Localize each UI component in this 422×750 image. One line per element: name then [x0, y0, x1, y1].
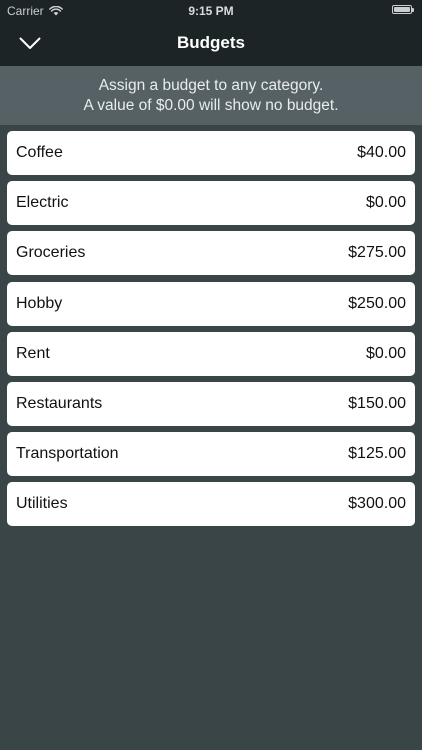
budget-category-name: Rent: [16, 344, 50, 362]
status-bar: Carrier 9:15 PM: [0, 0, 422, 20]
budget-category-name: Restaurants: [16, 394, 103, 412]
navigation-bar: Budgets: [0, 20, 422, 66]
budget-amount: $125.00: [348, 445, 406, 463]
budget-amount: $300.00: [348, 495, 406, 513]
budget-row[interactable]: Restaurants $150.00: [7, 381, 415, 426]
budget-row[interactable]: Rent $0.00: [7, 331, 415, 376]
budget-row[interactable]: Hobby $250.00: [7, 281, 415, 326]
budget-category-name: Hobby: [16, 294, 63, 312]
budget-category-name: Electric: [16, 194, 69, 212]
budget-amount: $250.00: [348, 294, 406, 312]
budget-category-name: Groceries: [16, 244, 86, 262]
budget-amount: $40.00: [357, 144, 406, 161]
budget-amount: $275.00: [348, 244, 406, 262]
battery-level-fill: [394, 7, 410, 12]
budget-amount: $0.00: [365, 194, 406, 212]
budget-amount: $0.00: [365, 344, 406, 362]
battery-tip: [412, 8, 414, 12]
budget-amount: $150.00: [348, 394, 406, 412]
budget-row[interactable]: Electric $0.00: [7, 181, 415, 226]
budget-category-name: Coffee: [16, 144, 63, 161]
budget-row[interactable]: Groceries $275.00: [7, 231, 415, 276]
page-title: Budgets: [177, 33, 245, 52]
budget-list: Coffee $40.00 Electric $0.00 Groceries $275.0…: [7, 131, 415, 533]
info-text-line-1: Assign a budget to any category.: [98, 77, 324, 94]
budget-category-name: Utilities: [16, 495, 68, 513]
budget-row[interactable]: Transportation $125.00: [7, 432, 415, 477]
budget-category-name: Transportation: [16, 445, 119, 463]
battery-icon: [392, 5, 414, 14]
info-text-line-2: A value of $0.00 will show no budget.: [83, 96, 339, 114]
budget-row[interactable]: Coffee $40.00: [7, 131, 415, 175]
status-time: 9:15 PM: [188, 4, 234, 18]
budget-row[interactable]: Utilities $300.00: [7, 482, 415, 527]
info-banner: Assign a budget to any category. A value…: [0, 66, 422, 125]
